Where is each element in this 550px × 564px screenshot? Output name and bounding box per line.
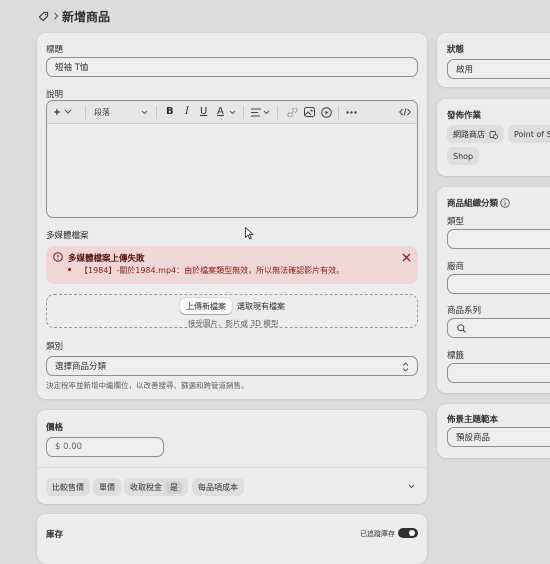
- channel-shop[interactable]: Shop: [447, 147, 480, 165]
- select-existing-file-link[interactable]: 選取現有檔案: [237, 301, 285, 312]
- more-horizontal-icon[interactable]: [345, 107, 357, 117]
- media-error-bullet: [68, 268, 71, 271]
- description-label: 說明: [46, 90, 64, 100]
- price-input[interactable]: $ 0.00: [46, 437, 164, 457]
- status-value: 啟用: [456, 65, 474, 75]
- title-input[interactable]: 短袖 T恤: [46, 57, 418, 77]
- image-icon[interactable]: [303, 107, 315, 117]
- search-icon: [456, 323, 466, 333]
- compare-at-price-chip[interactable]: 比較售價: [46, 478, 90, 496]
- price-label: 價格: [46, 423, 64, 433]
- channel-online-store[interactable]: 網路商店: [447, 125, 504, 143]
- cost-per-item-label: 每品項成本: [198, 482, 238, 492]
- mouse-cursor-icon: [244, 226, 254, 240]
- channel-online-store-label: 網路商店: [453, 129, 485, 139]
- title-value: 短袖 T恤: [55, 63, 89, 73]
- bold-button[interactable]: B: [166, 106, 174, 117]
- type-label: 類型: [447, 217, 465, 227]
- code-icon[interactable]: [398, 107, 412, 117]
- status-label: 狀態: [447, 45, 465, 55]
- type-input[interactable]: [447, 229, 550, 249]
- charge-tax-label: 收取稅金: [130, 482, 162, 492]
- charge-tax-chip[interactable]: 收取稅金 是: [124, 478, 188, 496]
- theme-template-value: 預設商品: [456, 433, 491, 443]
- inventory-card: [37, 514, 427, 564]
- close-icon[interactable]: [401, 252, 412, 263]
- magic-sparkle-icon[interactable]: [52, 106, 74, 118]
- title-label: 標題: [46, 45, 64, 55]
- underline-button[interactable]: U: [200, 106, 207, 117]
- theme-template-label: 佈景主題範本: [447, 415, 499, 425]
- text-color-button[interactable]: A: [217, 106, 224, 117]
- alert-circle-icon: [52, 251, 63, 262]
- channel-point-of-sale[interactable]: Point of S: [508, 125, 550, 143]
- charge-tax-value: 是: [166, 480, 182, 494]
- select-updown-icon: [400, 361, 410, 372]
- category-label: 類別: [46, 342, 64, 352]
- align-left-icon[interactable]: [250, 107, 262, 117]
- unit-price-chip[interactable]: 單價: [93, 478, 121, 496]
- breadcrumb-chevron-icon[interactable]: [52, 11, 60, 21]
- status-select[interactable]: 啟用: [447, 59, 550, 79]
- vendor-label: 廠商: [447, 262, 465, 272]
- price-divider: [37, 467, 427, 468]
- tags-input[interactable]: [447, 363, 550, 383]
- info-icon[interactable]: [499, 197, 510, 208]
- italic-button[interactable]: I: [185, 106, 189, 117]
- price-value: $ 0.00: [55, 442, 83, 452]
- page-title: 新增商品: [62, 10, 111, 24]
- channel-point-of-sale-label: Point of S: [514, 129, 550, 139]
- inventory-tracked-toggle[interactable]: [398, 528, 418, 538]
- tags-label: 標籤: [447, 351, 465, 361]
- publishing-label: 發佈作業: [447, 111, 482, 121]
- channel-shop-label: Shop: [453, 151, 474, 161]
- toolbar-divider: [85, 106, 86, 119]
- media-accepted-hint: 接受圖片、影片或 3D 模型: [188, 319, 279, 328]
- toolbar-divider: [243, 106, 244, 119]
- category-select[interactable]: 選擇商品分類: [46, 356, 418, 376]
- media-label: 多媒體檔案: [46, 231, 89, 241]
- tag-icon: [37, 10, 49, 22]
- toolbar-divider: [277, 106, 278, 119]
- theme-template-select[interactable]: 預設商品: [447, 427, 550, 447]
- media-error-title: 多媒體檔案上傳失敗: [68, 254, 145, 264]
- compare-at-price-label: 比較售價: [52, 482, 84, 492]
- cost-per-item-chip[interactable]: 每品項成本: [192, 478, 244, 496]
- inventory-label: 庫存: [46, 530, 64, 540]
- unit-price-label: 單價: [99, 482, 115, 492]
- toolbar-divider: [338, 106, 339, 119]
- chevron-down-icon[interactable]: [406, 481, 416, 491]
- category-help-text: 決定稅率並新增中繼欄位，以改善搜尋、篩選和跨管道銷售。: [46, 381, 249, 390]
- toolbar-divider: [156, 106, 157, 119]
- product-organization-label: 商品組織分類: [447, 199, 499, 209]
- schedule-icon: [488, 129, 498, 139]
- collections-search-input[interactable]: [447, 318, 550, 338]
- chevron-down-icon: [140, 108, 148, 116]
- video-icon[interactable]: [320, 106, 332, 118]
- paragraph-format-select[interactable]: 段落: [94, 107, 110, 118]
- category-placeholder: 選擇商品分類: [55, 362, 107, 372]
- chevron-down-icon: [262, 108, 270, 116]
- link-icon[interactable]: [286, 107, 298, 117]
- chevron-down-icon: [228, 108, 236, 116]
- media-error-item: 【1984】-關於1984.mp4：由於檔案類型無效，所以無法確認影片有效。: [80, 266, 345, 275]
- vendor-input[interactable]: [447, 274, 550, 294]
- upload-new-file-button[interactable]: 上傳新檔案: [180, 298, 232, 314]
- collections-label: 商品系列: [447, 306, 482, 316]
- toggle-knob: [409, 530, 415, 536]
- inventory-tracked-label: 已追蹤庫存: [360, 530, 395, 538]
- paragraph-format-label: 段落: [94, 108, 110, 117]
